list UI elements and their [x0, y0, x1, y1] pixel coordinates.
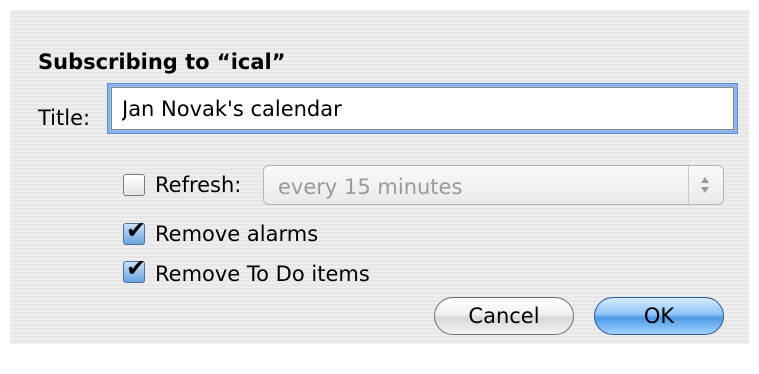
- remove-todo-checkbox[interactable]: ✔: [123, 256, 146, 283]
- cancel-button[interactable]: Cancel: [434, 297, 574, 335]
- checkmark-icon: ✔: [126, 254, 147, 282]
- refresh-checkbox[interactable]: [123, 174, 145, 196]
- refresh-interval-select[interactable]: every 15 minutes: [263, 165, 724, 205]
- title-label: Title:: [38, 106, 91, 130]
- ok-button[interactable]: OK: [594, 297, 724, 335]
- remove-alarms-label: Remove alarms: [155, 222, 319, 246]
- checkmark-icon: ✔: [126, 216, 147, 244]
- popup-arrows-icon: [688, 166, 723, 204]
- refresh-label: Refresh:: [155, 173, 242, 197]
- dialog-heading: Subscribing to “ical”: [38, 50, 286, 74]
- remove-todo-label: Remove To Do items: [155, 262, 370, 286]
- arrow-down-icon: [701, 187, 709, 193]
- refresh-interval-value: every 15 minutes: [278, 175, 463, 199]
- remove-alarms-checkbox[interactable]: ✔: [123, 218, 146, 245]
- arrow-up-icon: [701, 177, 709, 183]
- title-input[interactable]: [111, 87, 734, 130]
